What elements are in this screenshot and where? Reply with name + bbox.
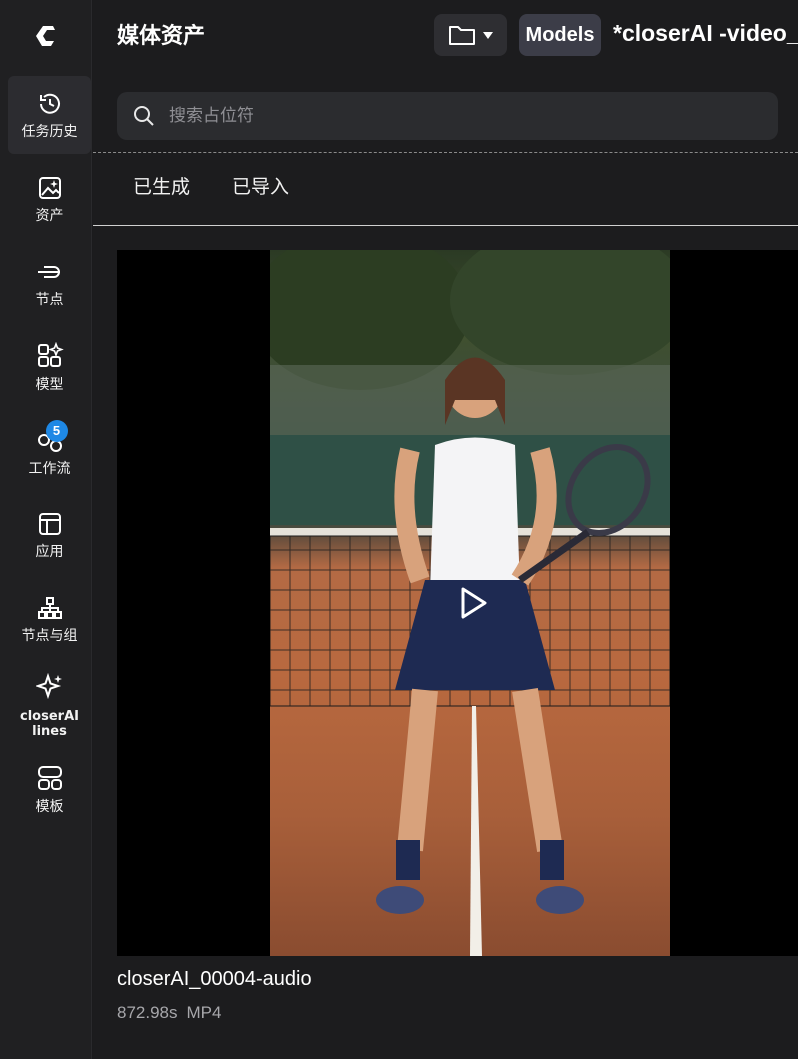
sidebar-item-history[interactable]: 任务历史 [8, 76, 91, 154]
tabs-underline [93, 225, 798, 226]
logo-icon [36, 26, 55, 46]
sidebar-item-label: 任务历史 [21, 123, 78, 140]
tab-generated[interactable]: 已生成 [133, 172, 190, 199]
sidebar-item-label: closerAI lines [20, 709, 79, 739]
sidebar-item-assets[interactable]: 资产 [8, 160, 91, 238]
app-layout-icon [38, 512, 61, 535]
sidebar-item-node-groups[interactable]: 节点与组 [8, 580, 91, 658]
sidebar-item-templates[interactable]: 模板 [8, 750, 91, 828]
asset-format: MP4 [186, 1003, 222, 1022]
asset-name: closerAI_00004-audio [117, 968, 312, 990]
models-button[interactable]: Models [519, 14, 601, 56]
sidebar-item-models[interactable]: 模型 [8, 328, 91, 406]
sidebar-item-label: 模型 [35, 376, 64, 393]
play-icon[interactable] [455, 585, 491, 621]
workflow-tab[interactable]: *closerAI -video_ [613, 20, 798, 47]
node-plug-icon [37, 265, 60, 278]
node-group-icon [37, 596, 62, 619]
divider [93, 152, 798, 153]
panel-title: 媒体资产 [117, 24, 206, 49]
sidebar-item-nodes[interactable]: 节点 [8, 244, 91, 322]
search-input[interactable] [169, 106, 749, 126]
workflow-count-badge: 5 [45, 419, 68, 442]
asset-duration: 872.98s [117, 1003, 178, 1022]
media-assets-panel: 媒体资产 Models *closerAI -video_ 已生成 已导入 [93, 0, 798, 1059]
sidebar-rail: 任务历史 资产 节点 模型 5 工作流 应用 节点与组 closerAI lin… [0, 0, 92, 1059]
model-grid-icon [37, 341, 64, 367]
folder-icon [448, 26, 475, 45]
app-logo[interactable] [0, 0, 92, 72]
sidebar-item-apps[interactable]: 应用 [8, 496, 91, 574]
template-icon [37, 765, 62, 790]
search-bar [117, 92, 778, 140]
image-asset-icon [38, 176, 61, 199]
caret-down-icon [482, 32, 493, 39]
search-icon [134, 106, 154, 126]
tab-imported[interactable]: 已导入 [232, 172, 289, 199]
sidebar-item-label: 资产 [35, 207, 64, 224]
sidebar-item-workflow[interactable]: 5 工作流 [8, 412, 91, 490]
sparkle-icon [35, 673, 62, 700]
sidebar-item-label: 节点与组 [21, 627, 78, 644]
sidebar-item-closerai-lines[interactable]: closerAI lines [8, 664, 91, 748]
asset-card[interactable] [117, 250, 798, 956]
history-icon [39, 93, 60, 114]
asset-tabs: 已生成 已导入 [133, 172, 289, 199]
sidebar-item-label: 工作流 [28, 460, 71, 477]
asset-meta: 872.98s MP4 [117, 1003, 221, 1023]
sidebar-item-label: 模板 [35, 798, 64, 815]
sidebar-item-label: 应用 [35, 543, 64, 560]
sidebar-item-label: 节点 [35, 291, 64, 308]
folder-dropdown-button[interactable] [434, 14, 507, 56]
